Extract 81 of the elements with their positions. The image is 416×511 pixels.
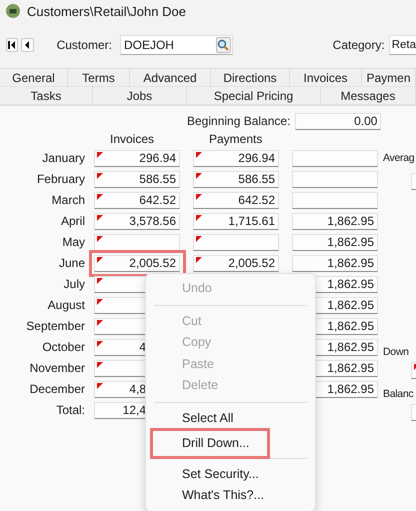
month-label: May [61,234,85,251]
first-icon [8,41,16,49]
flag-icon [97,152,103,158]
first-button[interactable] [6,38,18,52]
window-title: Customers\Retail\John Doe [27,4,186,18]
flag-icon [196,215,202,221]
flag-icon [97,320,103,326]
column-header: Invoices [109,132,156,146]
flag-icon [97,362,103,368]
flag-icon [196,257,202,263]
tab[interactable]: Terms [68,69,130,87]
amount-field[interactable] [193,234,279,251]
month-label: July [62,276,85,293]
total-label: Total: [55,402,85,419]
tab[interactable]: Special Pricing [187,87,321,105]
category-label: Category: [332,38,385,52]
tab[interactable]: Jobs [93,87,187,105]
month-label: April [60,213,85,230]
tab[interactable]: General [0,69,68,87]
flag-icon [97,194,103,200]
category-field[interactable]: Reta [388,35,416,55]
amount-field[interactable]: 1,715.61 [193,213,279,230]
amount-field[interactable]: 642.52 [193,192,279,209]
flag-icon [196,236,202,242]
beginning-balance-field[interactable]: 0.00 [295,112,382,130]
average-label: Averag [383,151,416,166]
flag-icon [97,299,103,305]
tab[interactable]: Paymen [362,69,416,87]
amount-field[interactable]: 2,005.52 [94,255,180,272]
flag-icon [97,173,103,179]
balance-field[interactable] [292,150,378,167]
flag-icon [97,215,103,221]
flag-icon [97,341,103,347]
month-label: August [46,297,85,314]
month-label: November [28,360,85,377]
amount-field[interactable]: 3,578.56 [94,213,180,230]
app-icon [6,4,20,18]
tab[interactable]: Advanced [130,69,211,87]
tab[interactable]: Tasks [0,87,93,105]
balance-field[interactable] [292,192,378,209]
menu-item[interactable]: Set Security... [146,464,315,485]
search-button[interactable] [216,37,231,53]
search-icon [217,39,230,51]
customer-field[interactable]: DOEJOH [120,35,233,55]
amount-field[interactable]: 296.94 [94,150,180,167]
previous-icon [23,41,32,49]
balance-field[interactable]: 1,862.95 [292,213,378,230]
tab[interactable]: Messages [321,87,416,105]
month-label: December [28,381,85,398]
down-payment-label: Down [383,345,410,360]
menu-item[interactable]: What's This?... [146,485,315,506]
balance-label: Balanc [383,387,414,402]
column-header: Payments [208,132,264,146]
flag-icon [97,236,103,242]
flag-icon [196,194,202,200]
balance-field[interactable]: 1,862.95 [292,234,378,251]
amount-field[interactable]: 642.52 [94,192,180,209]
flag-icon [97,383,103,389]
flag-icon [97,278,103,284]
balance-field[interactable] [292,171,378,188]
flag-icon [196,173,202,179]
tab[interactable]: Directions [211,69,290,87]
beginning-balance-label: Beginning Balance: [187,114,290,128]
previous-button[interactable] [21,38,34,52]
tab[interactable]: Invoices [290,69,362,87]
month-label: January [41,150,85,167]
month-label: March [50,192,85,209]
amount-field[interactable]: 586.55 [94,171,180,188]
flag-icon [196,152,202,158]
menu-item[interactable]: Drill Down... [146,433,315,454]
customer-label: Customer: [56,38,112,52]
balance-field[interactable]: 1,862.95 [292,255,378,272]
month-label: October [41,339,85,356]
amount-field[interactable]: 2,005.52 [193,255,279,272]
amount-field[interactable] [94,234,180,251]
amount-field[interactable]: 586.55 [193,171,279,188]
amount-field[interactable]: 296.94 [193,150,279,167]
flag-icon [97,257,103,263]
month-label: September [25,318,85,335]
month-label: February [36,171,85,188]
month-label: June [58,255,85,272]
